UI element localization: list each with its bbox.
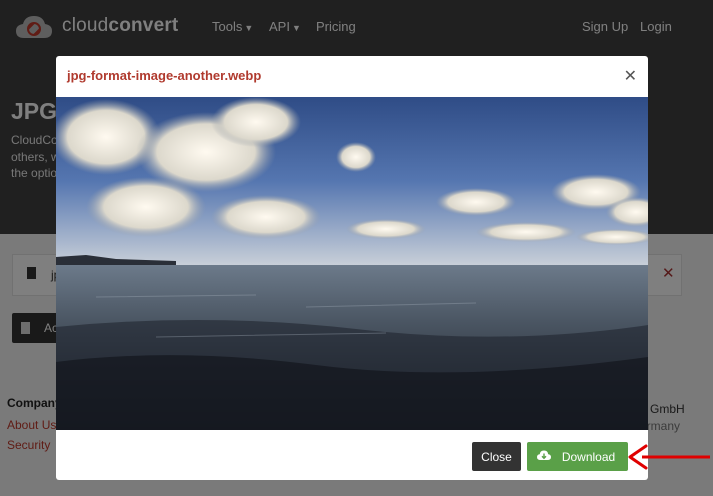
close-icon[interactable]: ✕	[624, 66, 637, 86]
modal-title: jpg-format-image-another.webp	[67, 68, 262, 83]
preview-modal: jpg-format-image-another.webp ✕ Close Do…	[56, 56, 648, 480]
image-preview	[56, 97, 648, 430]
download-label: Download	[561, 449, 616, 464]
close-button[interactable]: Close	[472, 442, 521, 471]
cloud-download-icon	[537, 450, 551, 460]
red-arrow-annotation	[628, 444, 710, 470]
download-button[interactable]: Download	[527, 442, 628, 471]
